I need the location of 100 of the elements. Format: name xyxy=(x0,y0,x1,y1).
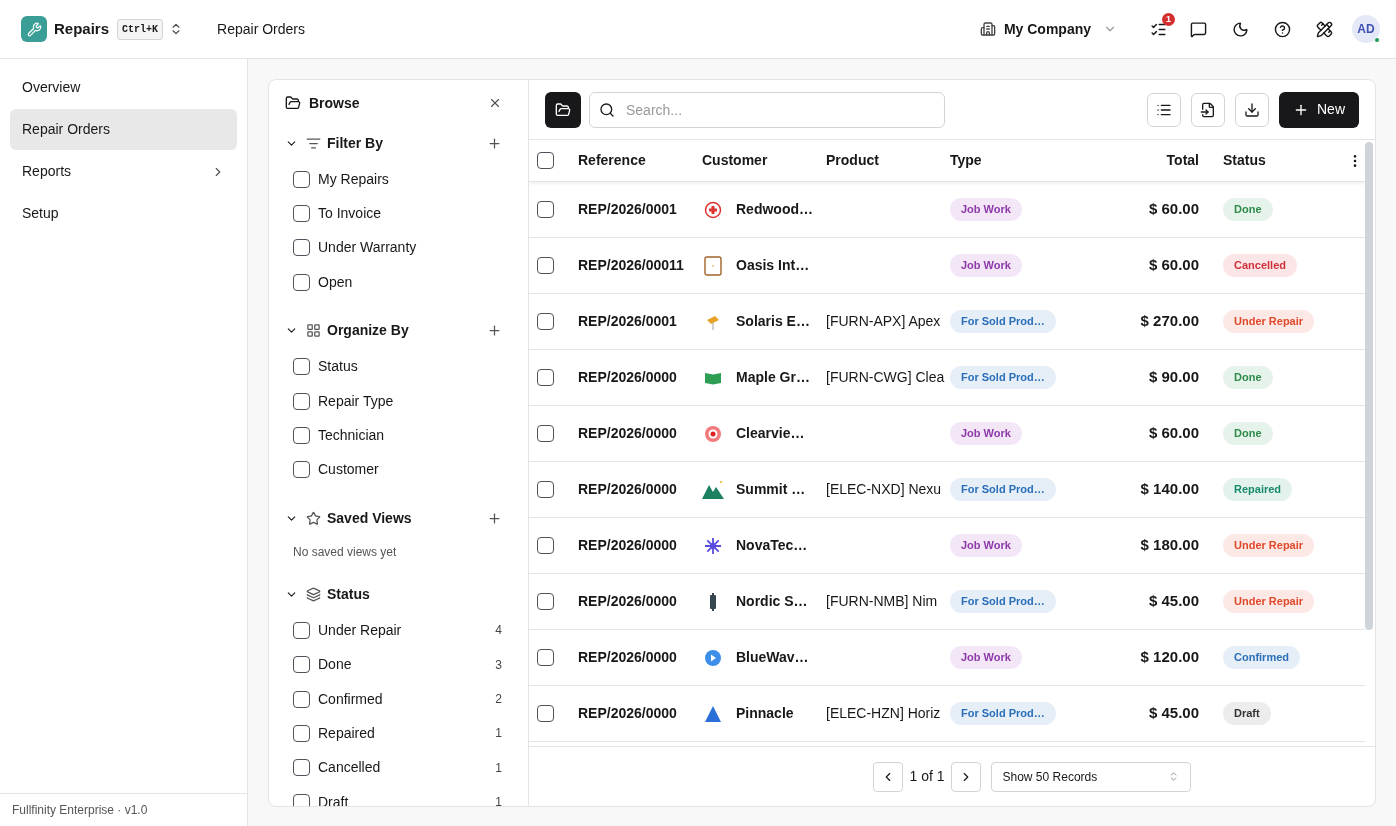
filter-option[interactable]: Confirmed xyxy=(318,688,383,710)
type-tag: Job Work xyxy=(950,198,1022,221)
tools-icon[interactable] xyxy=(1316,20,1333,38)
table-cell: REP/2026/0000 xyxy=(578,537,677,553)
table-cell: REP/2026/0000 xyxy=(578,425,677,441)
search-field[interactable]: Search... xyxy=(589,91,945,128)
search-icon xyxy=(599,101,615,118)
table-cell: [FURN-APX] Apex xyxy=(826,313,941,329)
checkbox[interactable] xyxy=(293,656,310,674)
count-label: 2 xyxy=(495,691,502,709)
checkbox[interactable] xyxy=(293,427,310,445)
filter-option[interactable]: Cancelled xyxy=(318,757,381,779)
table-cell: $ 60.00 xyxy=(1148,424,1199,442)
checkbox[interactable] xyxy=(293,759,310,777)
checkbox[interactable] xyxy=(537,201,554,218)
browse-toggle-button[interactable] xyxy=(545,91,581,128)
table-cell: REP/2026/0000 xyxy=(578,481,677,497)
type-tag: Job Work xyxy=(950,422,1022,445)
table-cell: REP/2026/0001 xyxy=(578,313,677,329)
checkbox[interactable] xyxy=(293,358,310,376)
checkbox[interactable] xyxy=(537,369,554,386)
new-button[interactable]: New xyxy=(1279,91,1359,128)
scrollbar-thumb[interactable] xyxy=(1365,142,1373,630)
status-tag: Confirmed xyxy=(1223,646,1300,669)
checkbox[interactable] xyxy=(537,152,554,169)
help-icon[interactable] xyxy=(1274,20,1291,38)
nav-item[interactable]: Repair Orders xyxy=(10,109,237,150)
app-logo[interactable] xyxy=(21,16,47,42)
page-title: Repair Orders xyxy=(217,19,305,39)
filter-option[interactable]: Open xyxy=(318,271,353,293)
add-icon[interactable] xyxy=(487,323,502,339)
close-icon[interactable] xyxy=(488,96,502,110)
filter-option[interactable]: Under Warranty xyxy=(318,237,417,259)
type-tag: Job Work xyxy=(950,254,1022,277)
checkbox[interactable] xyxy=(293,392,310,410)
page-size-select[interactable]: Show 50 Records xyxy=(990,761,1191,792)
checkbox[interactable] xyxy=(293,793,310,806)
table-cell: REP/2026/00011 xyxy=(578,257,684,273)
download-icon xyxy=(1244,101,1260,118)
checkbox[interactable] xyxy=(537,425,554,442)
checkbox[interactable] xyxy=(293,273,310,291)
type-tag: Job Work xyxy=(950,646,1022,669)
nav-item[interactable]: Reports xyxy=(10,151,237,192)
column-header[interactable]: Product xyxy=(826,150,950,171)
checkbox[interactable] xyxy=(293,621,310,639)
filter-option[interactable]: Under Repair xyxy=(318,619,402,641)
nav-item[interactable]: Setup xyxy=(10,193,237,234)
filter-icon xyxy=(306,135,321,151)
status-tag: Done xyxy=(1223,422,1273,445)
table-cell: $ 60.00 xyxy=(1148,256,1199,274)
filter-option[interactable]: Customer xyxy=(318,459,379,481)
filter-option[interactable]: Done xyxy=(318,654,352,676)
filter-option[interactable]: Technician xyxy=(318,425,385,447)
checkbox[interactable] xyxy=(293,461,310,479)
checkbox[interactable] xyxy=(293,239,310,257)
empty-message: No saved views yet xyxy=(293,544,398,562)
checkbox[interactable] xyxy=(537,705,554,722)
column-header[interactable]: Type xyxy=(950,150,1060,171)
checkbox[interactable] xyxy=(293,170,310,188)
filter-option[interactable]: To Invoice xyxy=(318,203,382,225)
filter-option[interactable]: My Repairs xyxy=(318,168,389,190)
wrench-icon xyxy=(26,21,42,37)
table-cell: REP/2026/0001 xyxy=(578,201,677,217)
checkbox[interactable] xyxy=(293,205,310,223)
filter-option[interactable]: Status xyxy=(318,356,358,378)
checkbox[interactable] xyxy=(537,593,554,610)
building-icon xyxy=(979,21,996,37)
filter-option[interactable]: Repaired xyxy=(318,723,375,744)
table-cell: [FURN-NMB] Nim xyxy=(826,593,938,609)
download-button[interactable] xyxy=(1235,92,1269,127)
checkbox[interactable] xyxy=(293,725,310,742)
user-avatar[interactable]: AD xyxy=(1352,15,1380,43)
filter-option[interactable]: Draft xyxy=(318,791,349,806)
status-tag: Cancelled xyxy=(1223,254,1297,277)
moon-icon[interactable] xyxy=(1232,20,1249,38)
import-button[interactable] xyxy=(1191,92,1225,127)
shortcut-key: Ctrl+K xyxy=(117,18,164,40)
checkbox[interactable] xyxy=(537,481,554,498)
type-tag: Job Work xyxy=(950,534,1022,557)
section-title: Organize By xyxy=(327,321,409,341)
table-cell: REP/2026/0000 xyxy=(578,705,677,721)
checkbox[interactable] xyxy=(537,313,554,330)
nav-item[interactable]: Overview xyxy=(10,67,237,108)
checkbox[interactable] xyxy=(537,649,554,666)
column-header[interactable]: Total xyxy=(1060,150,1199,171)
mountain-logo-icon xyxy=(702,479,724,500)
count-label: 4 xyxy=(495,622,502,640)
column-header[interactable]: Reference xyxy=(578,150,702,171)
add-icon[interactable] xyxy=(487,135,502,151)
checkbox[interactable] xyxy=(537,257,554,274)
filter-option[interactable]: Repair Type xyxy=(318,390,394,412)
list-view-button[interactable] xyxy=(1147,92,1181,127)
checkbox[interactable] xyxy=(537,537,554,554)
add-icon[interactable] xyxy=(487,510,502,526)
column-header[interactable]: Customer xyxy=(702,150,826,171)
company-switcher[interactable]: My Company xyxy=(979,18,1117,40)
checkbox[interactable] xyxy=(293,690,310,708)
column-header[interactable]: Status xyxy=(1223,150,1333,171)
type-tag: For Sold Prod… xyxy=(950,590,1056,613)
chat-icon[interactable] xyxy=(1190,20,1207,38)
